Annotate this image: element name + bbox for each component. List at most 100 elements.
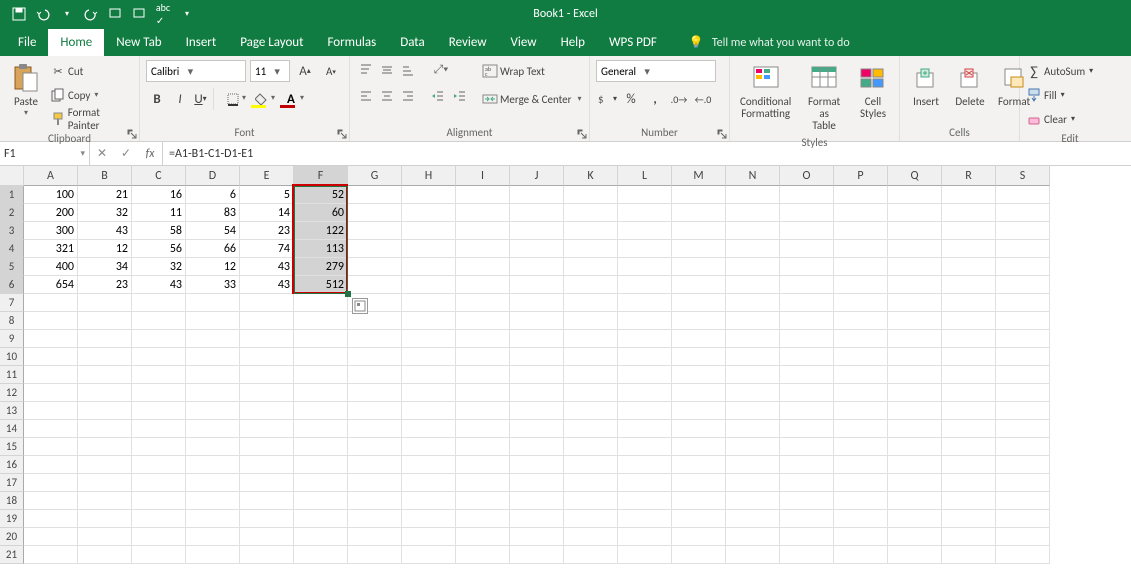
tab-formulas[interactable]: Formulas: [316, 29, 389, 56]
cell[interactable]: [24, 474, 78, 492]
cell[interactable]: [240, 402, 294, 420]
dialog-launcher-icon[interactable]: [337, 129, 347, 139]
row-header[interactable]: 3: [0, 222, 24, 240]
cell[interactable]: [834, 294, 888, 312]
cell[interactable]: [132, 384, 186, 402]
cell[interactable]: [132, 402, 186, 420]
cell[interactable]: [240, 492, 294, 510]
cell[interactable]: [456, 294, 510, 312]
cell[interactable]: [834, 186, 888, 204]
cell[interactable]: [618, 186, 672, 204]
qat-item-icon[interactable]: [104, 3, 126, 25]
cell[interactable]: [672, 456, 726, 474]
format-table-button[interactable]: Format as Table: [799, 60, 849, 134]
column-header[interactable]: J: [510, 166, 564, 186]
column-header[interactable]: E: [240, 166, 294, 186]
cell[interactable]: 33: [186, 276, 240, 294]
cell[interactable]: [780, 330, 834, 348]
cell[interactable]: [456, 204, 510, 222]
cell[interactable]: [510, 222, 564, 240]
cell[interactable]: [942, 366, 996, 384]
cell[interactable]: [672, 348, 726, 366]
cell[interactable]: [510, 186, 564, 204]
cell[interactable]: [24, 366, 78, 384]
cell[interactable]: [780, 294, 834, 312]
cell[interactable]: [240, 456, 294, 474]
cell[interactable]: [834, 366, 888, 384]
cell[interactable]: [186, 546, 240, 564]
cell[interactable]: [510, 474, 564, 492]
cell[interactable]: [672, 510, 726, 528]
cell[interactable]: [780, 402, 834, 420]
cell[interactable]: [834, 402, 888, 420]
autofill-options-icon[interactable]: [352, 298, 368, 314]
cell[interactable]: [780, 456, 834, 474]
column-header[interactable]: M: [672, 166, 726, 186]
cell[interactable]: [780, 546, 834, 564]
cell[interactable]: [186, 348, 240, 366]
cell[interactable]: [942, 240, 996, 258]
cell[interactable]: [348, 186, 402, 204]
cell[interactable]: [186, 474, 240, 492]
cell[interactable]: [456, 528, 510, 546]
font-size-dropdown[interactable]: 11▾: [250, 60, 290, 82]
cell[interactable]: [24, 348, 78, 366]
cell[interactable]: [456, 456, 510, 474]
autosum-button[interactable]: ∑AutoSum▾: [1026, 60, 1114, 82]
cell[interactable]: [888, 384, 942, 402]
column-header[interactable]: L: [618, 166, 672, 186]
cell[interactable]: [402, 420, 456, 438]
cell[interactable]: [834, 222, 888, 240]
cell[interactable]: [294, 456, 348, 474]
cell[interactable]: 66: [186, 240, 240, 258]
align-right-icon[interactable]: [398, 86, 418, 106]
cell[interactable]: [78, 546, 132, 564]
cell[interactable]: [78, 528, 132, 546]
cell[interactable]: [618, 456, 672, 474]
row-header[interactable]: 8: [0, 312, 24, 330]
cell[interactable]: [888, 510, 942, 528]
cell[interactable]: [942, 222, 996, 240]
currency-icon[interactable]: $▾: [596, 88, 618, 110]
cell[interactable]: 6: [186, 186, 240, 204]
cell[interactable]: [294, 474, 348, 492]
cell[interactable]: [942, 330, 996, 348]
cell[interactable]: [726, 510, 780, 528]
column-header[interactable]: S: [996, 166, 1050, 186]
cell[interactable]: [564, 330, 618, 348]
cell[interactable]: [402, 366, 456, 384]
cell[interactable]: [834, 474, 888, 492]
cell[interactable]: [24, 420, 78, 438]
column-header[interactable]: N: [726, 166, 780, 186]
cell[interactable]: [618, 384, 672, 402]
cell[interactable]: [564, 510, 618, 528]
cut-button[interactable]: ✂Cut: [50, 60, 133, 82]
cell[interactable]: [402, 276, 456, 294]
cell[interactable]: [618, 204, 672, 222]
redo-icon[interactable]: [80, 3, 102, 25]
cell[interactable]: 43: [132, 276, 186, 294]
cell[interactable]: [996, 438, 1050, 456]
cell[interactable]: [294, 492, 348, 510]
cell[interactable]: [456, 366, 510, 384]
cell[interactable]: [510, 492, 564, 510]
cell[interactable]: 32: [132, 258, 186, 276]
dialog-launcher-icon[interactable]: [577, 129, 587, 139]
cell[interactable]: [78, 492, 132, 510]
cell[interactable]: [186, 510, 240, 528]
cell[interactable]: [24, 456, 78, 474]
column-header[interactable]: D: [186, 166, 240, 186]
cell[interactable]: [510, 294, 564, 312]
cell[interactable]: [888, 474, 942, 492]
comma-icon[interactable]: ,: [644, 88, 666, 110]
cell[interactable]: [564, 528, 618, 546]
cell[interactable]: [942, 456, 996, 474]
cell[interactable]: [348, 420, 402, 438]
cell[interactable]: 100: [24, 186, 78, 204]
cell[interactable]: [996, 384, 1050, 402]
cell[interactable]: [132, 492, 186, 510]
cell[interactable]: [780, 438, 834, 456]
cell[interactable]: [24, 528, 78, 546]
cell[interactable]: [456, 402, 510, 420]
cell[interactable]: [834, 420, 888, 438]
